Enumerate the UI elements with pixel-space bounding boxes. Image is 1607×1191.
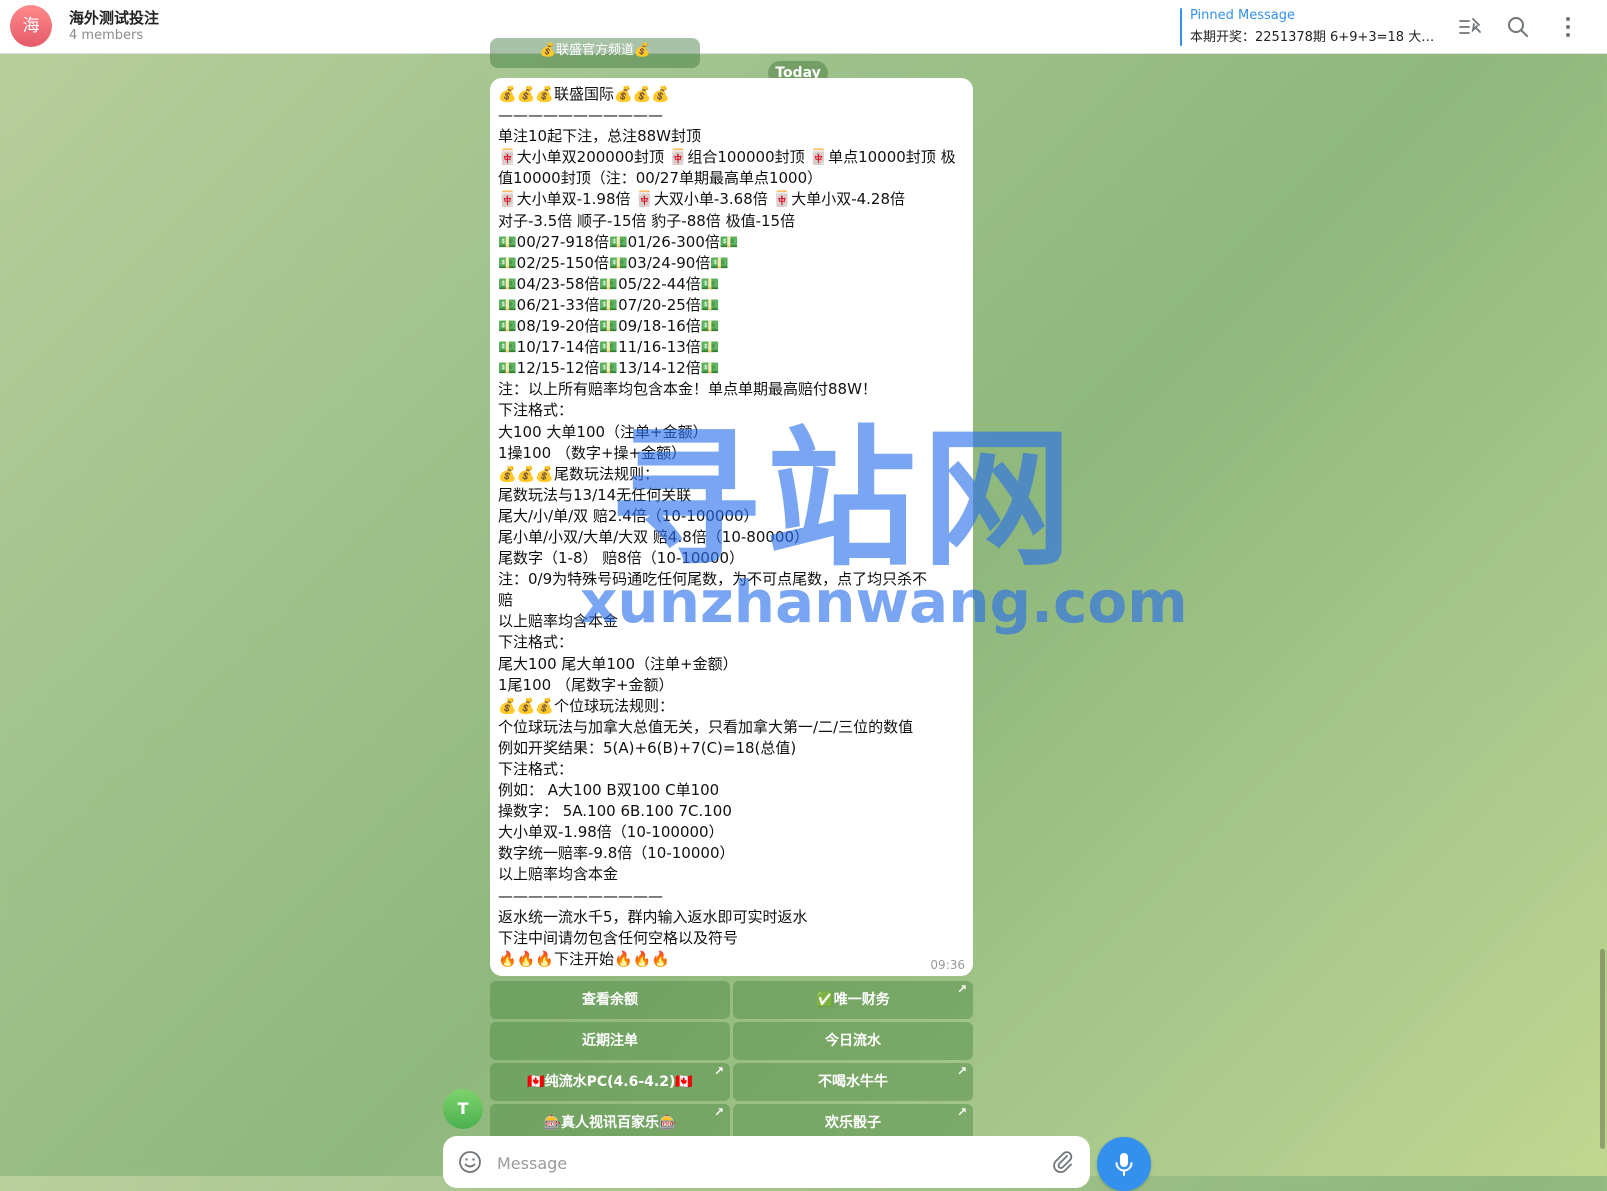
message-line: 例如： A大100 B双100 C单100 <box>498 781 720 800</box>
keyboard-button-5[interactable]: 不喝水牛牛 ↗ <box>733 1063 973 1101</box>
message-line: 注：0/9为特殊号码通吃任何尾数，为不可点尾数，点了均只杀不 <box>498 570 928 589</box>
message-input[interactable] <box>495 1148 1019 1178</box>
message-line: 尾小单/小双/大单/大双 赔4.8倍（10-80000） <box>498 527 810 546</box>
message-line: 例如开奖结果：5(A)+6(B)+7(C)=18(总值) <box>498 738 797 757</box>
search-icon[interactable] <box>1505 14 1531 40</box>
message-line: 以上赔率均含本金 <box>498 612 619 631</box>
keyboard-button-label: 今日流水 <box>825 1033 881 1049</box>
message-time: 09:36 <box>930 958 965 972</box>
message-line: 下注中间请勿包含任何空格以及符号 <box>498 928 739 947</box>
message-line: 数字统一赔率-9.8倍（10-10000） <box>498 844 735 863</box>
external-link-arrow-icon: ↗ <box>956 982 967 996</box>
external-link-arrow-icon: ↗ <box>956 1064 967 1078</box>
message-line: 注：以上所有赔率均包含本金！单点单期最高赔付88W！ <box>498 380 877 399</box>
message-line: 赔 <box>498 591 514 610</box>
emoji-icon[interactable] <box>457 1149 483 1175</box>
microphone-icon <box>1115 1153 1133 1176</box>
chat-avatar[interactable]: 海 <box>10 5 52 47</box>
message-line: 下注格式： <box>498 401 574 420</box>
message-bubble[interactable]: 💰💰💰联盛国际💰💰💰 ——————————— 单注10起下注，总注88W封顶 🀄大小单… <box>490 78 973 976</box>
message-line: 💵00/27-918倍💵01/26-300倍💵 <box>498 232 739 251</box>
message-line: 以上赔率均含本金 <box>498 865 619 884</box>
message-line: 尾数玩法与13/14无任何关联 <box>498 485 692 504</box>
message-line: 🔥🔥🔥下注开始🔥🔥🔥 <box>498 949 671 968</box>
message-line: 大小单双-1.98倍（10-100000） <box>498 823 724 842</box>
pinned-label: Pinned Message <box>1190 8 1296 23</box>
keyboard-button-0[interactable]: 查看余额 <box>490 981 730 1019</box>
previous-keyboard-button[interactable]: 💰联盛官方频道💰 <box>490 38 700 68</box>
sender-avatar[interactable]: T <box>443 1089 483 1129</box>
message-line: ——————————— <box>498 886 663 905</box>
member-count: 4 members <box>69 28 144 43</box>
message-line: 💵10/17-14倍💵11/16-13倍💵 <box>498 338 720 357</box>
message-line: 1操100 （数字+操+金额） <box>498 443 687 462</box>
chat-scrollbar[interactable] <box>1599 54 1605 1176</box>
keyboard-button-4[interactable]: 🇨🇦纯流水PC(4.6-4.2)🇨🇦 ↗ <box>490 1063 730 1101</box>
message-line: 🀄大小单双-1.98倍 🀄大双小单-3.68倍 🀄大单小双-4.28倍 <box>498 190 906 209</box>
keyboard-button-2[interactable]: 近期注单 <box>490 1022 730 1060</box>
message-line: 大100 大单100（注单+金额） <box>498 422 708 441</box>
more-vertical-icon[interactable] <box>1555 14 1581 40</box>
message-line: 💵08/19-20倍💵09/18-16倍💵 <box>498 317 720 336</box>
message-line: 尾数字（1-8） 赔8倍（10-10000） <box>498 549 745 568</box>
message-line: 尾大/小/单/双 赔2.4倍（10-100000） <box>498 506 759 525</box>
chat-header: 海 海外测试投注 4 members Pinned Message 本期开奖：2… <box>0 0 1607 54</box>
message-line: 下注格式： <box>498 633 574 652</box>
keyboard-button-label: 不喝水牛牛 <box>818 1074 888 1090</box>
pinned-list-icon[interactable] <box>1457 14 1483 40</box>
external-link-arrow-icon: ↗ <box>956 1105 967 1119</box>
message-line: 🀄大小单双200000封顶 🀄组合100000封顶 🀄单点10000封顶 极 <box>498 148 956 167</box>
message-line: ——————————— <box>498 106 663 125</box>
message-line: 值10000封顶（注：00/27单期最高单点1000） <box>498 169 823 188</box>
voice-record-button[interactable] <box>1097 1137 1151 1191</box>
pinned-indicator <box>1180 8 1182 46</box>
message-line: 💵02/25-150倍💵03/24-90倍💵 <box>498 253 730 272</box>
keyboard-button-label: 近期注单 <box>582 1033 638 1049</box>
keyboard-button-label: 🇨🇦纯流水PC(4.6-4.2)🇨🇦 <box>527 1074 693 1090</box>
keyboard-button-label: 欢乐骰子 <box>825 1115 881 1131</box>
message-line: 单注10起下注，总注88W封顶 <box>498 127 702 146</box>
message-line: 💰💰💰个位球玩法规则： <box>498 696 675 715</box>
keyboard-button-label: 查看余额 <box>582 992 638 1008</box>
pinned-text: 本期开奖：2251378期 6+9+3=18 大… <box>1190 30 1435 45</box>
message-line: 💵06/21-33倍💵07/20-25倍💵 <box>498 295 720 314</box>
keyboard-button-3[interactable]: 今日流水 <box>733 1022 973 1060</box>
external-link-arrow-icon: ↗ <box>713 1064 724 1078</box>
external-link-arrow-icon: ↗ <box>713 1105 724 1119</box>
message-line: 1尾100 （尾数字+金额） <box>498 675 674 694</box>
keyboard-button-label: ✅唯一财务 <box>816 992 890 1008</box>
message-line: 尾大100 尾大单100（注单+金额） <box>498 654 738 673</box>
message-line: 💰💰💰联盛国际💰💰💰 <box>498 85 671 103</box>
message-line: 个位球玩法与加拿大总值无关，只看加拿大第一/二/三位的数值 <box>498 717 914 736</box>
message-text: 💰💰💰联盛国际💰💰💰 ——————————— 单注10起下注，总注88W封顶 🀄大小单… <box>498 84 965 970</box>
message-line: 对子-3.5倍 顺子-15倍 豹子-88倍 极值-15倍 <box>498 211 796 230</box>
message-line: 💵04/23-58倍💵05/22-44倍💵 <box>498 274 720 293</box>
paperclip-icon[interactable] <box>1050 1149 1076 1175</box>
keyboard-button-label: 🎰真人视讯百家乐🎰 <box>543 1115 677 1131</box>
message-composer <box>443 1136 1090 1188</box>
message-line: 操数字： 5A.100 6B.100 7C.100 <box>498 802 732 821</box>
keyboard-button-1[interactable]: ✅唯一财务 ↗ <box>733 981 973 1019</box>
chat-title[interactable]: 海外测试投注 <box>69 7 159 28</box>
message-line: 💵12/15-12倍💵13/14-12倍💵 <box>498 359 720 378</box>
message-line: 返水统一流水千5，群内输入返水即可实时返水 <box>498 907 808 926</box>
message-line: 💰💰💰尾数玩法规则： <box>498 464 660 483</box>
scrollbar-thumb[interactable] <box>1600 949 1605 1149</box>
message-line: 下注格式： <box>498 760 574 778</box>
